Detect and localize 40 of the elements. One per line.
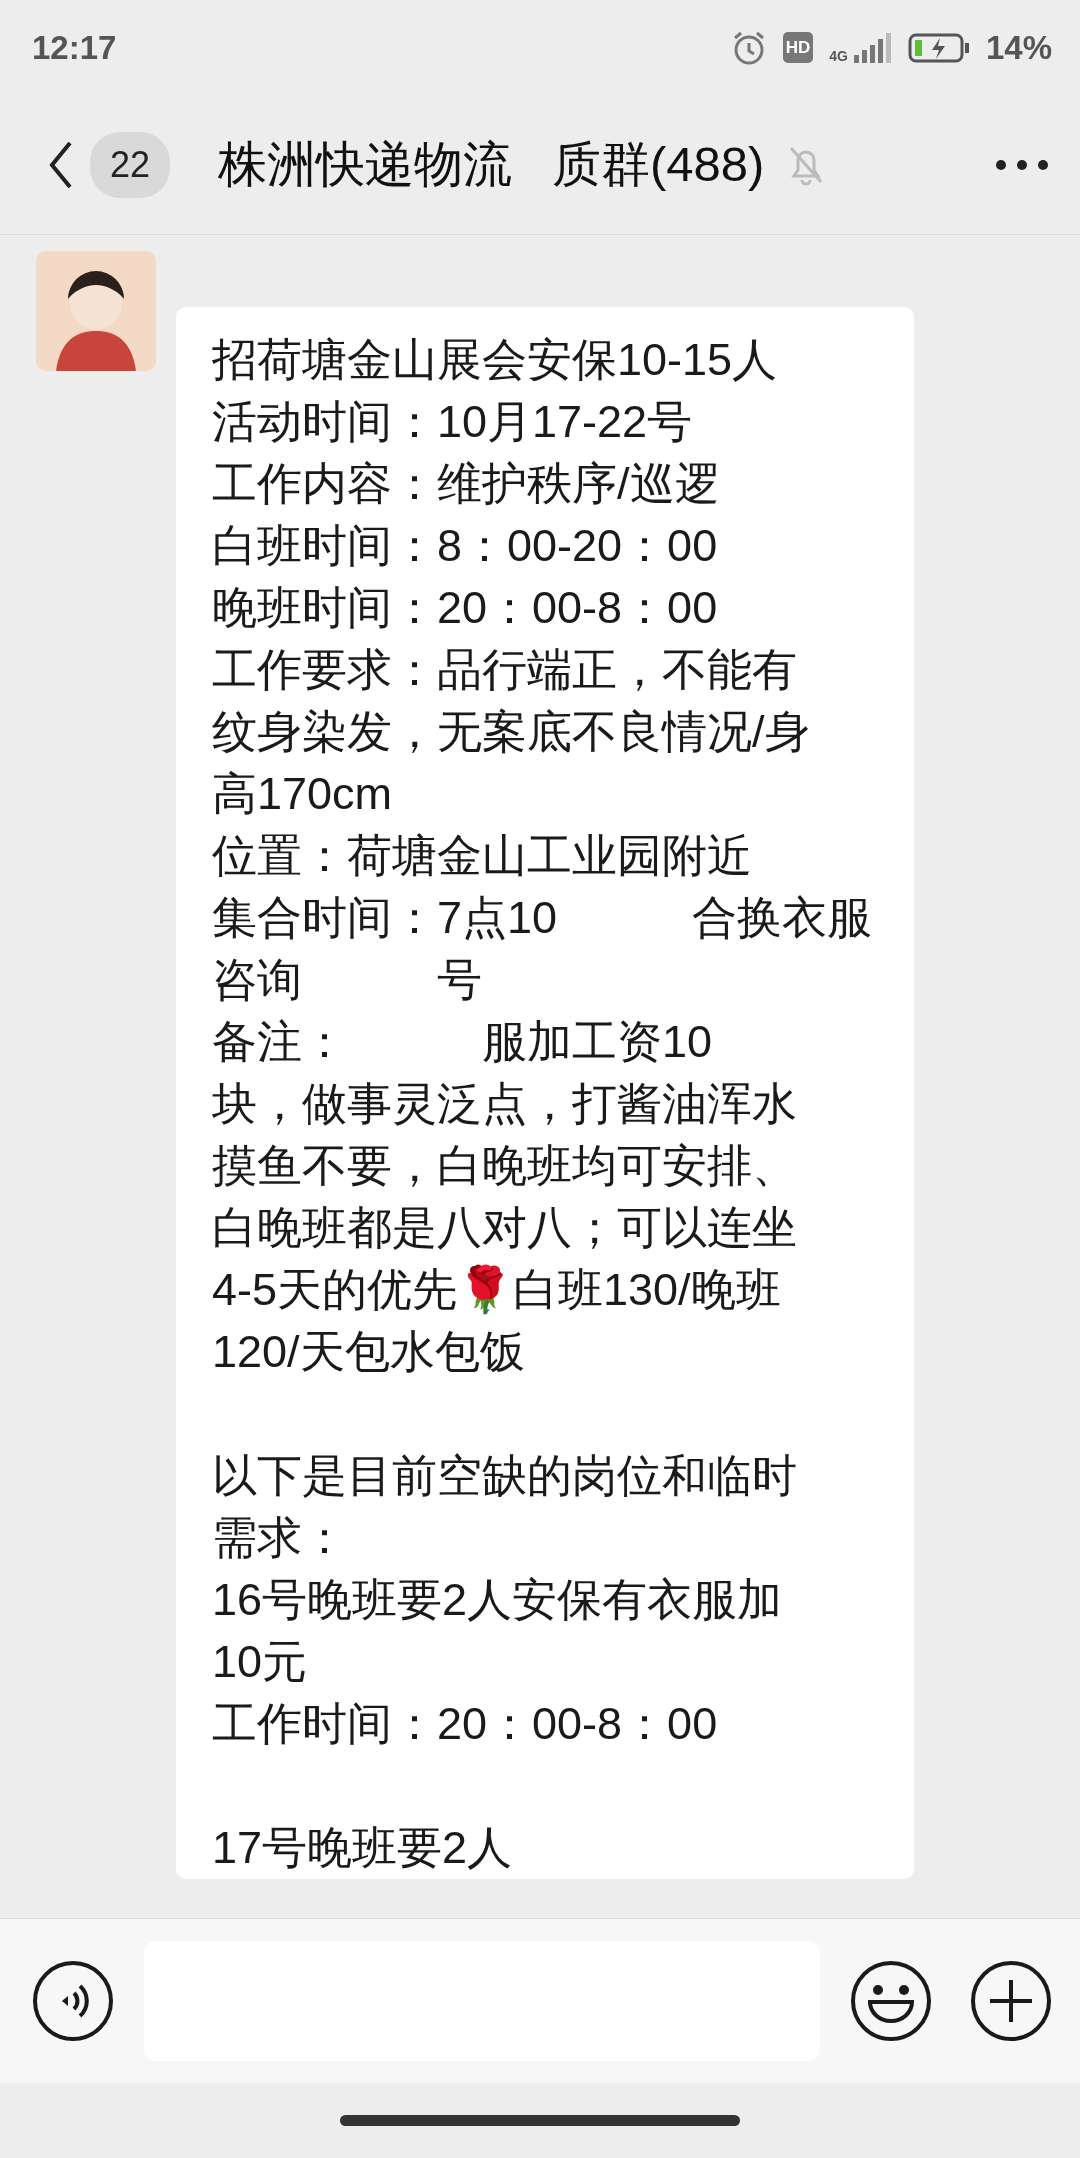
battery-percent: 14%: [985, 27, 1052, 68]
message-text: 招荷塘金山展会安保10-15人: [212, 333, 778, 387]
message-text: 工作时间：20：00-8：00: [212, 1697, 718, 1751]
message-text: 纹身染发，无案底不良情况/身: [212, 705, 810, 759]
message-text: 服加工资10: [482, 1015, 713, 1069]
message-text: 17号晚班要2人: [212, 1821, 513, 1875]
back-icon[interactable]: [48, 139, 74, 190]
plus-icon[interactable]: [970, 1960, 1052, 2042]
message-text: 工作内容：维护秩序/巡逻: [212, 457, 720, 511]
more-icon[interactable]: [994, 157, 1050, 172]
message-text: 咨询: [212, 953, 302, 1007]
message-text: 4-5天的优先🌹白班130/晚班: [212, 1263, 781, 1317]
message-text: 块，做事灵泛点，打酱油浑水: [212, 1077, 797, 1131]
network-type: 4G: [829, 48, 848, 63]
message-text: 白晚班都是八对八；可以连坐: [212, 1201, 797, 1255]
message-text: 10元: [212, 1635, 308, 1689]
battery-charging-icon: [907, 32, 970, 63]
message-text: 合换衣服: [692, 891, 873, 945]
message-text: 以下是目前空缺的岗位和临时: [212, 1449, 797, 1503]
message-text: 白班时间：8：00-20：00: [212, 519, 718, 573]
chat-title: 株洲快递物流: [218, 135, 513, 193]
chat-title: 质群(488): [552, 135, 765, 193]
message-text: 需求：: [212, 1511, 347, 1565]
message-text: 工作要求：品行端正，不能有: [212, 643, 797, 697]
message-text: 集合时间：7点10: [212, 891, 558, 945]
message-text: 活动时间：10月17-22号: [212, 395, 693, 449]
message-text: 120/天包水包饭: [212, 1325, 525, 1379]
emoji-icon[interactable]: [850, 1960, 932, 2042]
signal-icon: [851, 32, 892, 63]
message-text: 号: [437, 953, 482, 1007]
message-text: 高170cm: [212, 767, 393, 821]
message-text: 16号晚班要2人安保有衣服加: [212, 1573, 783, 1627]
unread-count: 22: [90, 131, 171, 198]
hd-indicator: HD: [782, 31, 814, 64]
message-text: 摸鱼不要，白晚班均可安排、: [212, 1139, 797, 1193]
message-text: 晚班时间：20：00-8：00: [212, 581, 718, 635]
message-text: 位置：荷塘金山工业园附近: [212, 829, 752, 883]
status-time: 12:17: [32, 27, 117, 68]
message-text: 备注：: [212, 1015, 347, 1069]
voice-icon[interactable]: [32, 1960, 114, 2042]
